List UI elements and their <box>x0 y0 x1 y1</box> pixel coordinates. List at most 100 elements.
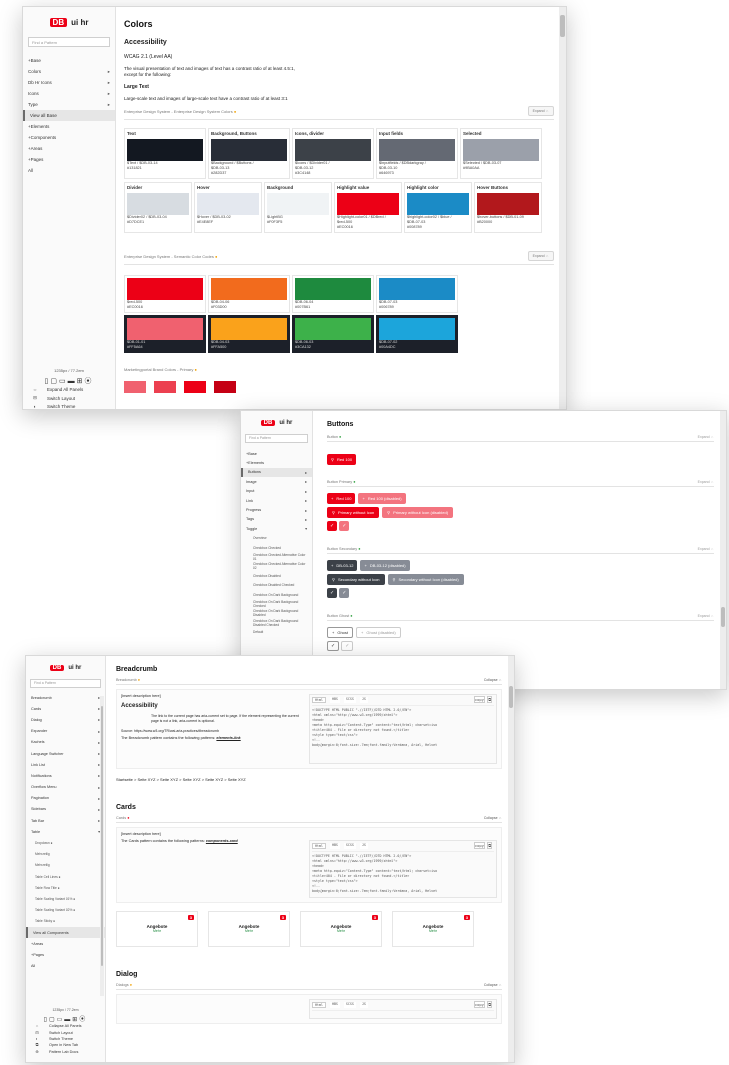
nav-item[interactable]: Tags ▸ <box>241 515 312 524</box>
nav-item[interactable]: Toggle ▾ <box>241 524 312 533</box>
secondary-no-icon-button-disabled[interactable]: ⚲ Secondary without Icon (disabled) <box>387 574 464 585</box>
tool-button[interactable]: ⧉ Open in New Tab <box>31 1043 82 1047</box>
scrollbar-thumb[interactable] <box>101 706 103 966</box>
secondary-button-disabled[interactable]: + DB-03-12 (disabled) <box>360 560 410 571</box>
nav-item[interactable]: Checkbox On Dark Background Checked <box>241 599 312 608</box>
tab-scss[interactable]: SCSS <box>343 697 356 703</box>
secondary-no-icon-button[interactable]: ⚲ Secondary without Icon <box>327 574 385 585</box>
tool-button[interactable]: ⊕ Pattern Lab Docs <box>31 1049 82 1055</box>
nav-item[interactable]: Dialog▸ <box>26 714 105 725</box>
nav-item[interactable]: Cards▸ <box>26 703 105 714</box>
nav-item[interactable]: Breadcrumb▸ <box>26 692 105 703</box>
check-button[interactable]: ✓ <box>327 588 338 598</box>
check-button-disabled[interactable]: ✓ <box>339 521 350 531</box>
tab-scss[interactable]: SCSS <box>343 1002 356 1008</box>
red-button[interactable]: ⚲ Red 100 <box>327 454 357 465</box>
copy-button[interactable]: copy ⧉ <box>473 1001 492 1008</box>
search-input[interactable]: Find a Pattern <box>30 679 101 688</box>
card-tile[interactable]: 3 Angebote Mehr <box>116 911 198 947</box>
tool-button[interactable]: ⊟ Switch Layout <box>31 1030 82 1036</box>
nav-item[interactable]: Mehrzeilig <box>26 849 105 860</box>
card-link[interactable]: Mehr <box>209 929 289 933</box>
viewport-disco-button[interactable]: ⦿ <box>79 1017 87 1023</box>
card-link[interactable]: Mehr <box>393 929 473 933</box>
primary-no-icon-button-disabled[interactable]: ⚲ Primary without Icon (disabled) <box>382 507 454 518</box>
scrollbar-thumb[interactable] <box>509 686 513 708</box>
logo[interactable]: DB ui hr <box>26 659 105 677</box>
card-tile[interactable]: 3 Angebote Mehr <box>208 911 290 947</box>
nav-item[interactable]: Expander▸ <box>26 726 105 737</box>
nav-item[interactable]: Table Sticky ● <box>26 916 105 927</box>
nav-item[interactable]: Checkbox Checked Alternative Color 01 <box>241 552 312 561</box>
nav-item[interactable]: Input ▸ <box>241 487 312 496</box>
nav-item[interactable]: Dropdown ● <box>26 837 105 848</box>
tool-button[interactable]: ⊟ Switch Layout <box>29 395 84 401</box>
nav-item[interactable]: Notifications▸ <box>26 770 105 781</box>
nav-item[interactable]: Buttons ▸ <box>241 467 312 478</box>
nav-item[interactable]: Type ▸ <box>23 99 115 110</box>
pattern-link[interactable]: components-card <box>206 839 238 843</box>
nav-item[interactable]: + Areas <box>23 143 115 154</box>
expand-button[interactable]: Expand ⇔ <box>698 435 714 439</box>
card-tile[interactable]: 3 Angebote Mehr <box>300 911 382 947</box>
nav-item[interactable]: Overflow Menu▸ <box>26 782 105 793</box>
nav-item[interactable]: + Elements <box>23 121 115 132</box>
collapse-button[interactable]: Collapse ⇔ <box>484 983 502 987</box>
scrollbar[interactable] <box>508 656 514 1062</box>
nav-item[interactable]: Mehrzeilig <box>26 860 105 871</box>
check-button[interactable]: ✓ <box>327 521 338 531</box>
scrollbar[interactable] <box>720 411 726 689</box>
nav-item[interactable]: Link List▸ <box>26 759 105 770</box>
tab-html[interactable]: Html <box>312 1002 326 1008</box>
nav-item[interactable]: + Areas <box>26 938 105 949</box>
nav-item[interactable]: Tab Bar▸ <box>26 815 105 826</box>
nav-item[interactable]: Pagination▸ <box>26 793 105 804</box>
nav-item[interactable]: Table Scaling Variant 02% ● <box>26 905 105 916</box>
tab-js[interactable]: JS <box>359 1002 368 1008</box>
nav-item[interactable]: Image ▸ <box>241 477 312 486</box>
nav-item[interactable]: + Pages <box>23 154 115 165</box>
ghost-button[interactable]: + Ghost <box>327 627 354 638</box>
nav-item[interactable]: View all Base <box>23 110 115 121</box>
nav-item[interactable]: Default <box>241 627 312 636</box>
nav-item[interactable]: Table Row Title ● <box>26 882 105 893</box>
search-input[interactable]: Find a Pattern <box>245 434 308 443</box>
nav-item[interactable]: Sidebars▸ <box>26 804 105 815</box>
nav-item[interactable]: Table Scaling Variant 01% ● <box>26 893 105 904</box>
card-link[interactable]: Mehr <box>301 929 381 933</box>
expand-button[interactable]: Expand ⇔ <box>698 547 714 551</box>
nav-item[interactable]: Db Hr Icons ▸ <box>23 77 115 88</box>
nav-item[interactable]: + Elements <box>241 458 312 467</box>
check-button-disabled[interactable]: ✓ <box>341 641 354 651</box>
primary-button-disabled[interactable]: + Red 100 (disabled) <box>358 493 406 504</box>
tool-button[interactable]: ◐ Switch Theme <box>31 1037 82 1041</box>
nav-item[interactable]: Colors ▸ <box>23 66 115 77</box>
pattern-link[interactable]: elements-link <box>216 736 240 740</box>
sidebar-scrollbar[interactable] <box>100 696 104 996</box>
tab-hbs[interactable]: HBS <box>329 697 340 703</box>
nav-item[interactable]: + Pages <box>26 949 105 960</box>
primary-button[interactable]: + Red 100 <box>327 493 356 504</box>
nav-item[interactable]: All <box>26 961 105 972</box>
tool-button[interactable]: ⇔ Collapse All Panels <box>31 1024 81 1028</box>
primary-no-icon-button[interactable]: ⚲ Primary without Icon <box>327 507 380 518</box>
nav-item[interactable]: Progress ▸ <box>241 505 312 514</box>
expand-button[interactable]: Expand ⇔ <box>698 480 714 484</box>
nav-item[interactable]: Overview <box>241 534 312 543</box>
scrollbar[interactable] <box>559 7 566 409</box>
scrollbar-thumb[interactable] <box>721 607 725 627</box>
nav-item[interactable]: View all Components <box>26 926 105 939</box>
expand-button[interactable]: Expand ⇔ <box>527 251 554 261</box>
nav-item[interactable]: Table Cell Lines ● <box>26 871 105 882</box>
card-link[interactable]: Mehr <box>117 929 197 933</box>
nav-item[interactable]: Language Switcher▸ <box>26 748 105 759</box>
logo[interactable]: DB ui hr <box>241 414 312 432</box>
ghost-button-disabled[interactable]: + Ghost (disabled) <box>356 627 401 638</box>
expand-button[interactable]: Expand ⇔ <box>527 106 554 116</box>
nav-item[interactable]: Icons ▸ <box>23 88 115 99</box>
nav-item[interactable]: Table▾ <box>26 826 105 837</box>
viewport-m-button[interactable]: ▢ <box>49 1017 57 1023</box>
viewport-l-button[interactable]: ▭ <box>59 378 68 385</box>
copy-button[interactable]: copy ⧉ <box>473 842 492 849</box>
scrollbar-thumb[interactable] <box>560 15 565 37</box>
